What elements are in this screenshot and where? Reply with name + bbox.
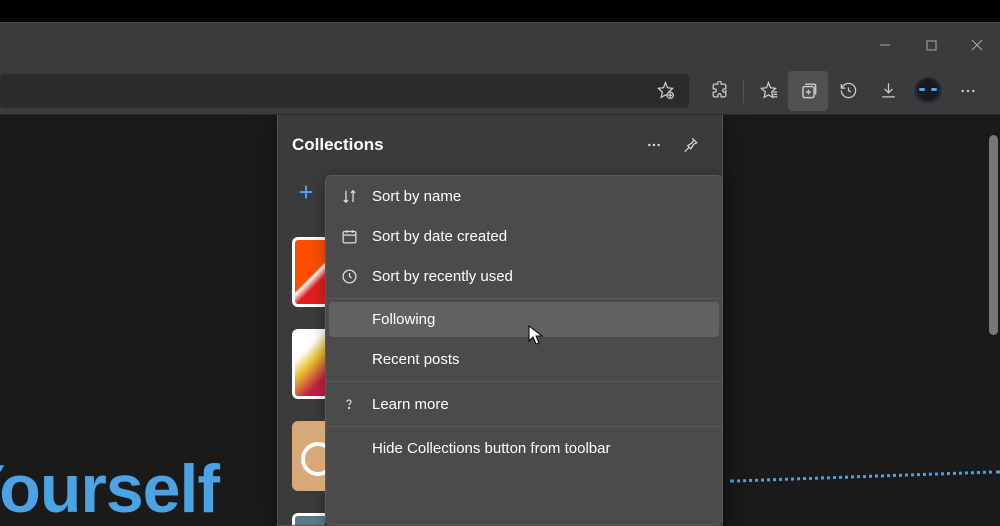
history-icon[interactable] bbox=[828, 71, 868, 111]
collection-thumb[interactable] bbox=[292, 513, 325, 525]
menu-label: Recent posts bbox=[372, 351, 460, 368]
following-item[interactable]: Following bbox=[329, 302, 719, 337]
minimize-button[interactable] bbox=[862, 23, 908, 67]
collection-thumb[interactable] bbox=[292, 237, 325, 307]
favorites-icon[interactable] bbox=[748, 71, 788, 111]
cursor-icon bbox=[528, 325, 544, 347]
menu-label: Sort by name bbox=[372, 188, 461, 205]
pin-icon[interactable] bbox=[672, 127, 708, 163]
collections-more-icon[interactable] bbox=[636, 127, 672, 163]
profile-avatar[interactable] bbox=[914, 77, 942, 105]
extensions-icon[interactable] bbox=[699, 71, 739, 111]
menu-label: Sort by recently used bbox=[372, 268, 513, 285]
collections-panel: Collections + bbox=[277, 115, 723, 526]
menu-label: Following bbox=[372, 311, 435, 328]
help-icon bbox=[340, 395, 358, 413]
recent-posts-item[interactable]: Recent posts bbox=[326, 340, 722, 379]
downloads-icon[interactable] bbox=[868, 71, 908, 111]
collections-title: Collections bbox=[292, 135, 636, 155]
sort-alpha-icon bbox=[340, 187, 358, 205]
calendar-icon bbox=[340, 227, 358, 245]
menu-label: Sort by date created bbox=[372, 228, 507, 245]
learn-more-item[interactable]: Learn more bbox=[326, 384, 722, 424]
hide-collections-button-item[interactable]: Hide Collections button from toolbar bbox=[326, 429, 722, 468]
decorative-dotted-line bbox=[730, 470, 1000, 482]
hero-title: Yourself bbox=[0, 450, 219, 526]
collections-icon[interactable] bbox=[788, 71, 828, 111]
scrollbar-thumb[interactable] bbox=[989, 135, 998, 335]
titlebar bbox=[0, 23, 1000, 67]
maximize-button[interactable] bbox=[908, 23, 954, 67]
menu-label: Learn more bbox=[372, 396, 449, 413]
page-content: Yourself lable on Disqus Collections bbox=[0, 115, 1000, 526]
close-button[interactable] bbox=[954, 23, 1000, 67]
toolbar bbox=[0, 67, 1000, 115]
collection-thumb[interactable] bbox=[292, 329, 325, 399]
favorite-star-add-icon[interactable] bbox=[649, 75, 681, 107]
collection-thumb[interactable] bbox=[292, 421, 325, 491]
settings-more-icon[interactable] bbox=[948, 71, 988, 111]
address-bar[interactable] bbox=[0, 74, 689, 108]
sort-by-date-item[interactable]: Sort by date created bbox=[326, 216, 722, 256]
sort-by-recent-item[interactable]: Sort by recently used bbox=[326, 256, 722, 296]
browser-window: Yourself lable on Disqus Collections bbox=[0, 22, 1000, 526]
clock-icon bbox=[340, 267, 358, 285]
new-collection-button[interactable]: + bbox=[292, 179, 320, 205]
menu-label: Hide Collections button from toolbar bbox=[372, 440, 610, 457]
sort-by-name-item[interactable]: Sort by name bbox=[326, 176, 722, 216]
collections-dropdown-menu: Sort by name Sort by date created Sort b… bbox=[325, 175, 723, 525]
